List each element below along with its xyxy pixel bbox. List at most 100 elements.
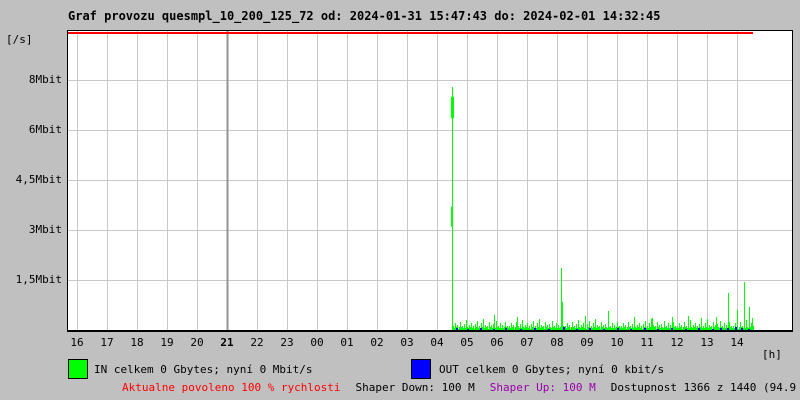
in-noise-bar	[469, 325, 470, 330]
in-noise-bar	[581, 325, 582, 330]
x-axis-tick-label: 19	[160, 336, 174, 349]
in-noise-bar	[503, 328, 504, 330]
in-noise-bar	[596, 328, 597, 330]
in-noise-bar	[545, 322, 546, 330]
in-noise-bar	[579, 327, 580, 330]
in-spike	[749, 307, 750, 330]
in-noise-bar	[743, 328, 744, 330]
in-noise-bar	[657, 322, 658, 330]
in-noise-bar	[454, 328, 455, 330]
in-noise-bar	[475, 324, 476, 330]
in-noise-bar	[684, 322, 685, 330]
in-noise-bar	[536, 328, 537, 330]
x-axis-tick-label: 00	[310, 336, 324, 349]
in-noise-bar	[675, 326, 676, 330]
in-noise-bar	[460, 322, 461, 330]
in-spike	[744, 282, 745, 330]
in-noise-bar	[559, 328, 560, 330]
in-noise-bar	[573, 327, 574, 330]
in-noise-bar	[622, 328, 623, 330]
in-noise-bar	[702, 328, 703, 330]
in-noise-bar	[496, 321, 497, 330]
in-noise-bar	[601, 322, 602, 330]
in-noise-bar	[706, 327, 707, 330]
in-noise-bar	[689, 328, 690, 330]
x-axis-tick-label: 07	[520, 336, 534, 349]
in-noise-bar	[648, 328, 649, 330]
in-noise-bar	[697, 326, 698, 330]
in-noise-bar	[538, 327, 539, 330]
in-noise-bar	[714, 327, 715, 330]
in-noise-bar	[593, 323, 594, 330]
in-noise-bar	[537, 323, 538, 330]
in-noise-bar	[682, 329, 683, 330]
in-noise-bar	[572, 322, 573, 330]
in-noise-bar	[717, 324, 718, 330]
shaper-down-text: Shaper Down: 100 M	[355, 381, 475, 394]
in-noise-bar	[713, 322, 714, 330]
out-dot	[698, 328, 700, 330]
x-axis-tick-label: 12	[670, 336, 684, 349]
in-noise-bar	[476, 327, 477, 330]
out-dot	[644, 328, 646, 330]
in-noise-bar	[709, 325, 710, 330]
in-noise-bar	[553, 327, 554, 330]
availability-text: Dostupnost 1366 z 1440 (94.9 %)	[610, 381, 800, 394]
in-noise-bar	[750, 327, 751, 330]
in-noise-bar	[718, 327, 719, 330]
in-noise-bar	[655, 326, 656, 330]
in-noise-bar	[740, 322, 741, 330]
in-noise-bar	[746, 320, 747, 330]
in-noise-bar	[719, 328, 720, 330]
in-noise-bar	[695, 323, 696, 330]
in-noise-bar	[621, 326, 622, 330]
in-noise-bar	[602, 327, 603, 330]
in-noise-bar	[664, 321, 665, 330]
in-noise-bar	[511, 323, 512, 330]
limit-line	[68, 32, 753, 34]
in-spike	[716, 317, 717, 330]
x-axis-tick-label: 05	[460, 336, 474, 349]
in-noise-bar	[670, 325, 671, 330]
in-noise-bar	[640, 328, 641, 330]
legend-out-label: OUT celkem 0 Gbytes; nyní 0 kbit/s	[439, 363, 665, 376]
in-noise-bar	[625, 325, 626, 330]
in-noise-bar	[683, 327, 684, 330]
in-spike	[608, 311, 609, 330]
in-noise-bar	[501, 328, 502, 330]
in-noise-bar	[567, 323, 568, 330]
in-noise-bar	[693, 325, 694, 330]
allowed-speed-text: Aktualne povoleno 100 % rychlosti	[122, 381, 341, 394]
y-axis-tick-label: 8Mbit	[28, 73, 62, 86]
in-noise-bar	[513, 325, 514, 330]
in-noise-bar	[458, 329, 459, 330]
in-spike	[701, 318, 702, 330]
out-dot	[617, 328, 619, 330]
in-noise-bar	[464, 324, 465, 330]
in-noise-bar	[626, 329, 627, 330]
in-noise-bar	[533, 321, 534, 330]
in-noise-bar	[580, 328, 581, 330]
y-axis-tick-label: 1,5Mbit	[15, 273, 62, 286]
in-noise-bar	[571, 327, 572, 330]
in-noise-bar	[632, 324, 633, 330]
in-noise-bar	[595, 319, 596, 330]
in-noise-bar	[453, 326, 454, 330]
in-noise-bar	[676, 328, 677, 330]
in-noise-bar	[651, 319, 652, 330]
in-spike	[561, 268, 562, 330]
in-noise-bar	[616, 327, 617, 330]
in-noise-bar	[722, 326, 723, 330]
out-dot	[534, 328, 536, 330]
in-noise-bar	[510, 328, 511, 330]
in-noise-bar	[489, 322, 490, 330]
in-noise-bar	[473, 326, 474, 330]
in-noise-bar	[499, 328, 500, 330]
in-noise-bar	[542, 327, 543, 330]
in-noise-bar	[673, 322, 674, 330]
in-noise-bar	[498, 326, 499, 330]
in-spike	[517, 317, 518, 330]
in-noise-bar	[588, 327, 589, 330]
in-noise-bar	[692, 328, 693, 330]
in-noise-bar	[705, 323, 706, 330]
